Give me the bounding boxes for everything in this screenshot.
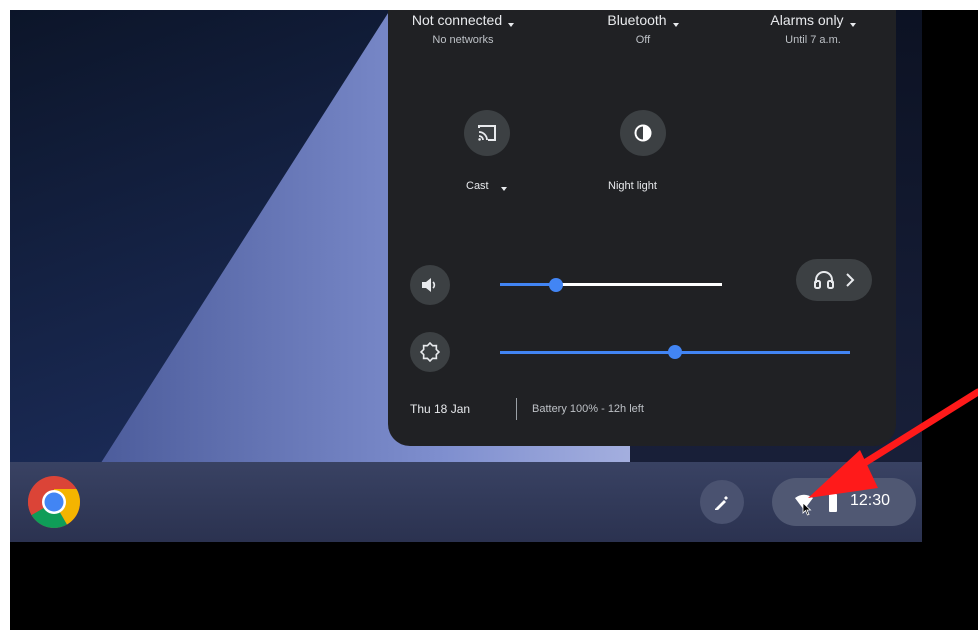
headphones-icon [814, 271, 834, 289]
cast-feature: Cast [466, 180, 507, 192]
bluetooth-dropdown-icon[interactable] [672, 23, 679, 27]
chevron-right-icon [846, 273, 855, 287]
night-light-label: Night light [608, 180, 657, 192]
cast-dropdown-icon[interactable] [500, 187, 507, 191]
quick-settings-panel: Not connected No networks Bluetooth Off … [388, 10, 896, 446]
cast-icon [478, 125, 496, 141]
notifications-tile[interactable]: Alarms only Until 7 a.m. [738, 12, 888, 46]
brightness-icon [420, 342, 440, 362]
volume-track-filled [500, 283, 556, 286]
chrome-icon[interactable] [26, 474, 82, 530]
mouse-cursor-icon [802, 502, 812, 516]
notifications-subtitle: Until 7 a.m. [785, 34, 841, 46]
audio-settings-button[interactable] [796, 259, 872, 301]
volume-track-empty [556, 283, 722, 286]
network-tile[interactable]: Not connected No networks [388, 12, 538, 46]
brightness-button[interactable] [410, 332, 450, 372]
cast-label: Cast [466, 180, 489, 192]
date-label: Thu 18 Jan [410, 402, 471, 416]
network-title: Not connected [411, 12, 503, 28]
bluetooth-title: Bluetooth [607, 12, 667, 28]
shelf: 12:30 [10, 462, 922, 542]
bluetooth-tile[interactable]: Bluetooth Off [568, 12, 718, 46]
screen: Not connected No networks Bluetooth Off … [10, 10, 978, 630]
footer-divider [516, 398, 517, 420]
stylus-tools-button[interactable] [700, 480, 744, 524]
notifications-title: Alarms only [770, 12, 844, 28]
volume-thumb[interactable] [549, 278, 563, 292]
bluetooth-subtitle: Off [635, 34, 651, 46]
letterbox-right [922, 10, 978, 630]
notifications-dropdown-icon[interactable] [849, 23, 856, 27]
brightness-thumb[interactable] [668, 345, 682, 359]
clock: 12:30 [850, 492, 891, 509]
cast-button[interactable] [464, 110, 510, 156]
network-dropdown-icon[interactable] [508, 23, 515, 27]
volume-button[interactable] [410, 265, 450, 305]
battery-icon [829, 492, 837, 512]
battery-status: Battery 100% - 12h left [532, 403, 644, 415]
status-area-button[interactable]: 12:30 [772, 478, 916, 526]
stylus-icon [715, 496, 728, 510]
volume-icon [422, 278, 436, 292]
night-light-icon [634, 124, 652, 142]
network-subtitle: No networks [432, 34, 494, 46]
night-light-button[interactable] [620, 110, 666, 156]
